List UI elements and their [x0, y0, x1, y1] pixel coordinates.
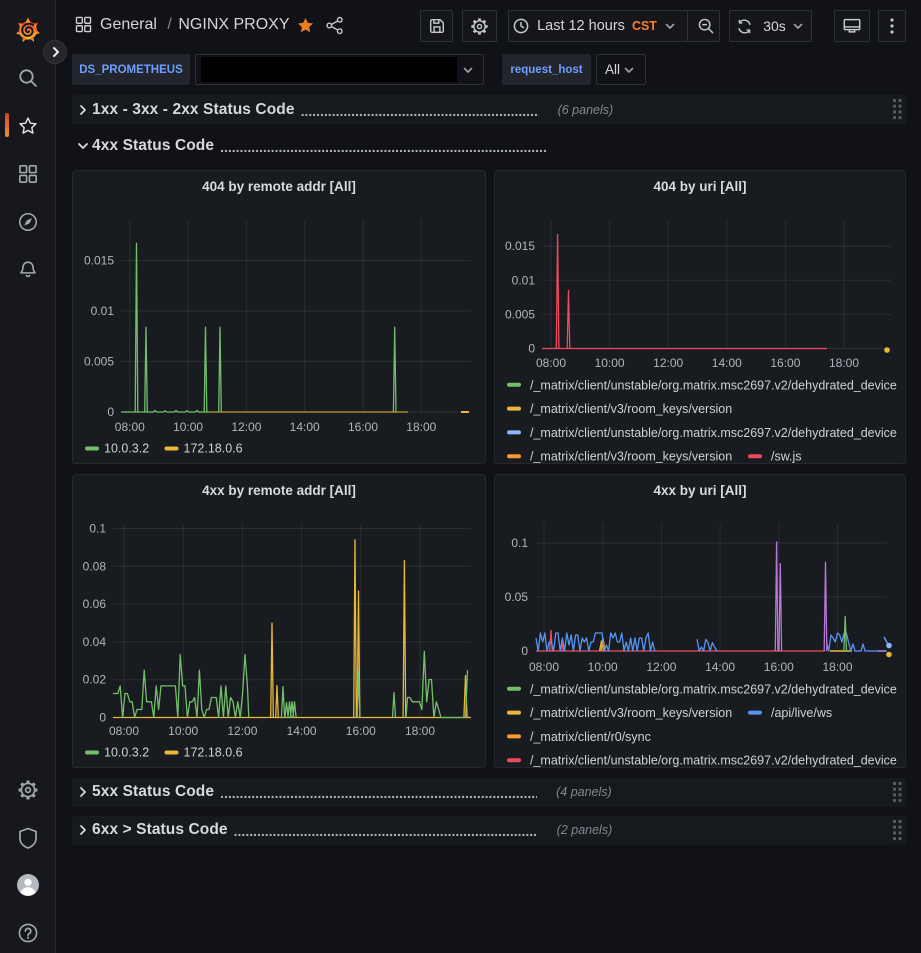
svg-text:0: 0	[99, 711, 106, 725]
svg-text:0: 0	[528, 342, 535, 356]
svg-text:12:00: 12:00	[646, 660, 676, 674]
svg-text:16:00: 16:00	[346, 724, 376, 738]
svg-text:10:00: 10:00	[588, 660, 618, 674]
svg-text:10.0.3.2: 10.0.3.2	[104, 442, 149, 456]
svg-text:172.18.0.6: 172.18.0.6	[184, 746, 243, 760]
svg-text:0.1: 0.1	[89, 522, 106, 536]
svg-text:0.005: 0.005	[505, 307, 535, 321]
svg-text:10:00: 10:00	[595, 356, 625, 370]
svg-text:16:00: 16:00	[764, 660, 794, 674]
svg-text:/_matrix/client/v3/room_keys/v: /_matrix/client/v3/room_keys/version	[530, 706, 732, 720]
svg-text:08:00: 08:00	[529, 660, 559, 674]
svg-text:0.04: 0.04	[83, 635, 107, 649]
svg-text:/sw.js: /sw.js	[771, 450, 802, 464]
svg-text:18:00: 18:00	[405, 724, 435, 738]
svg-text:0.1: 0.1	[511, 536, 528, 550]
svg-text:/_matrix/client/v3/room_keys/v: /_matrix/client/v3/room_keys/version	[530, 402, 732, 416]
svg-text:0.015: 0.015	[505, 239, 535, 253]
svg-text:0: 0	[107, 405, 114, 419]
svg-text:10.0.3.2: 10.0.3.2	[104, 746, 149, 760]
svg-text:12:00: 12:00	[653, 356, 683, 370]
svg-text:14:00: 14:00	[287, 724, 317, 738]
svg-text:16:00: 16:00	[348, 420, 378, 434]
svg-text:18:00: 18:00	[406, 420, 436, 434]
svg-text:0.01: 0.01	[512, 273, 536, 287]
svg-text:0.08: 0.08	[83, 559, 107, 573]
svg-text:08:00: 08:00	[109, 724, 139, 738]
svg-text:0.06: 0.06	[83, 597, 107, 611]
svg-text:/_matrix/client/v3/room_keys/v: /_matrix/client/v3/room_keys/version	[530, 450, 732, 464]
svg-text:18:00: 18:00	[822, 660, 852, 674]
svg-text:0: 0	[521, 644, 528, 658]
svg-text:/_matrix/client/unstable/org.m: /_matrix/client/unstable/org.matrix.msc2…	[530, 426, 897, 440]
svg-text:14:00: 14:00	[712, 356, 742, 370]
svg-text:/_matrix/client/unstable/org.m: /_matrix/client/unstable/org.matrix.msc2…	[530, 754, 897, 768]
svg-text:12:00: 12:00	[231, 420, 261, 434]
svg-text:0.01: 0.01	[91, 304, 115, 318]
svg-text:0.02: 0.02	[83, 673, 107, 687]
svg-text:/_matrix/client/r0/sync: /_matrix/client/r0/sync	[530, 730, 651, 744]
svg-text:18:00: 18:00	[829, 356, 859, 370]
svg-text:172.18.0.6: 172.18.0.6	[184, 442, 243, 456]
svg-text:08:00: 08:00	[536, 356, 566, 370]
svg-text:0.015: 0.015	[84, 254, 114, 268]
svg-text:14:00: 14:00	[705, 660, 735, 674]
svg-text:14:00: 14:00	[290, 420, 320, 434]
svg-text:10:00: 10:00	[168, 724, 198, 738]
svg-text:0.05: 0.05	[505, 590, 529, 604]
svg-text:16:00: 16:00	[770, 356, 800, 370]
svg-text:12:00: 12:00	[227, 724, 257, 738]
svg-text:/_matrix/client/unstable/org.m: /_matrix/client/unstable/org.matrix.msc2…	[530, 378, 897, 392]
svg-text:/api/live/ws: /api/live/ws	[771, 706, 832, 720]
svg-text:10:00: 10:00	[173, 420, 203, 434]
svg-text:/_matrix/client/unstable/org.m: /_matrix/client/unstable/org.matrix.msc2…	[530, 682, 897, 696]
svg-text:0.005: 0.005	[84, 355, 114, 369]
svg-text:08:00: 08:00	[115, 420, 145, 434]
